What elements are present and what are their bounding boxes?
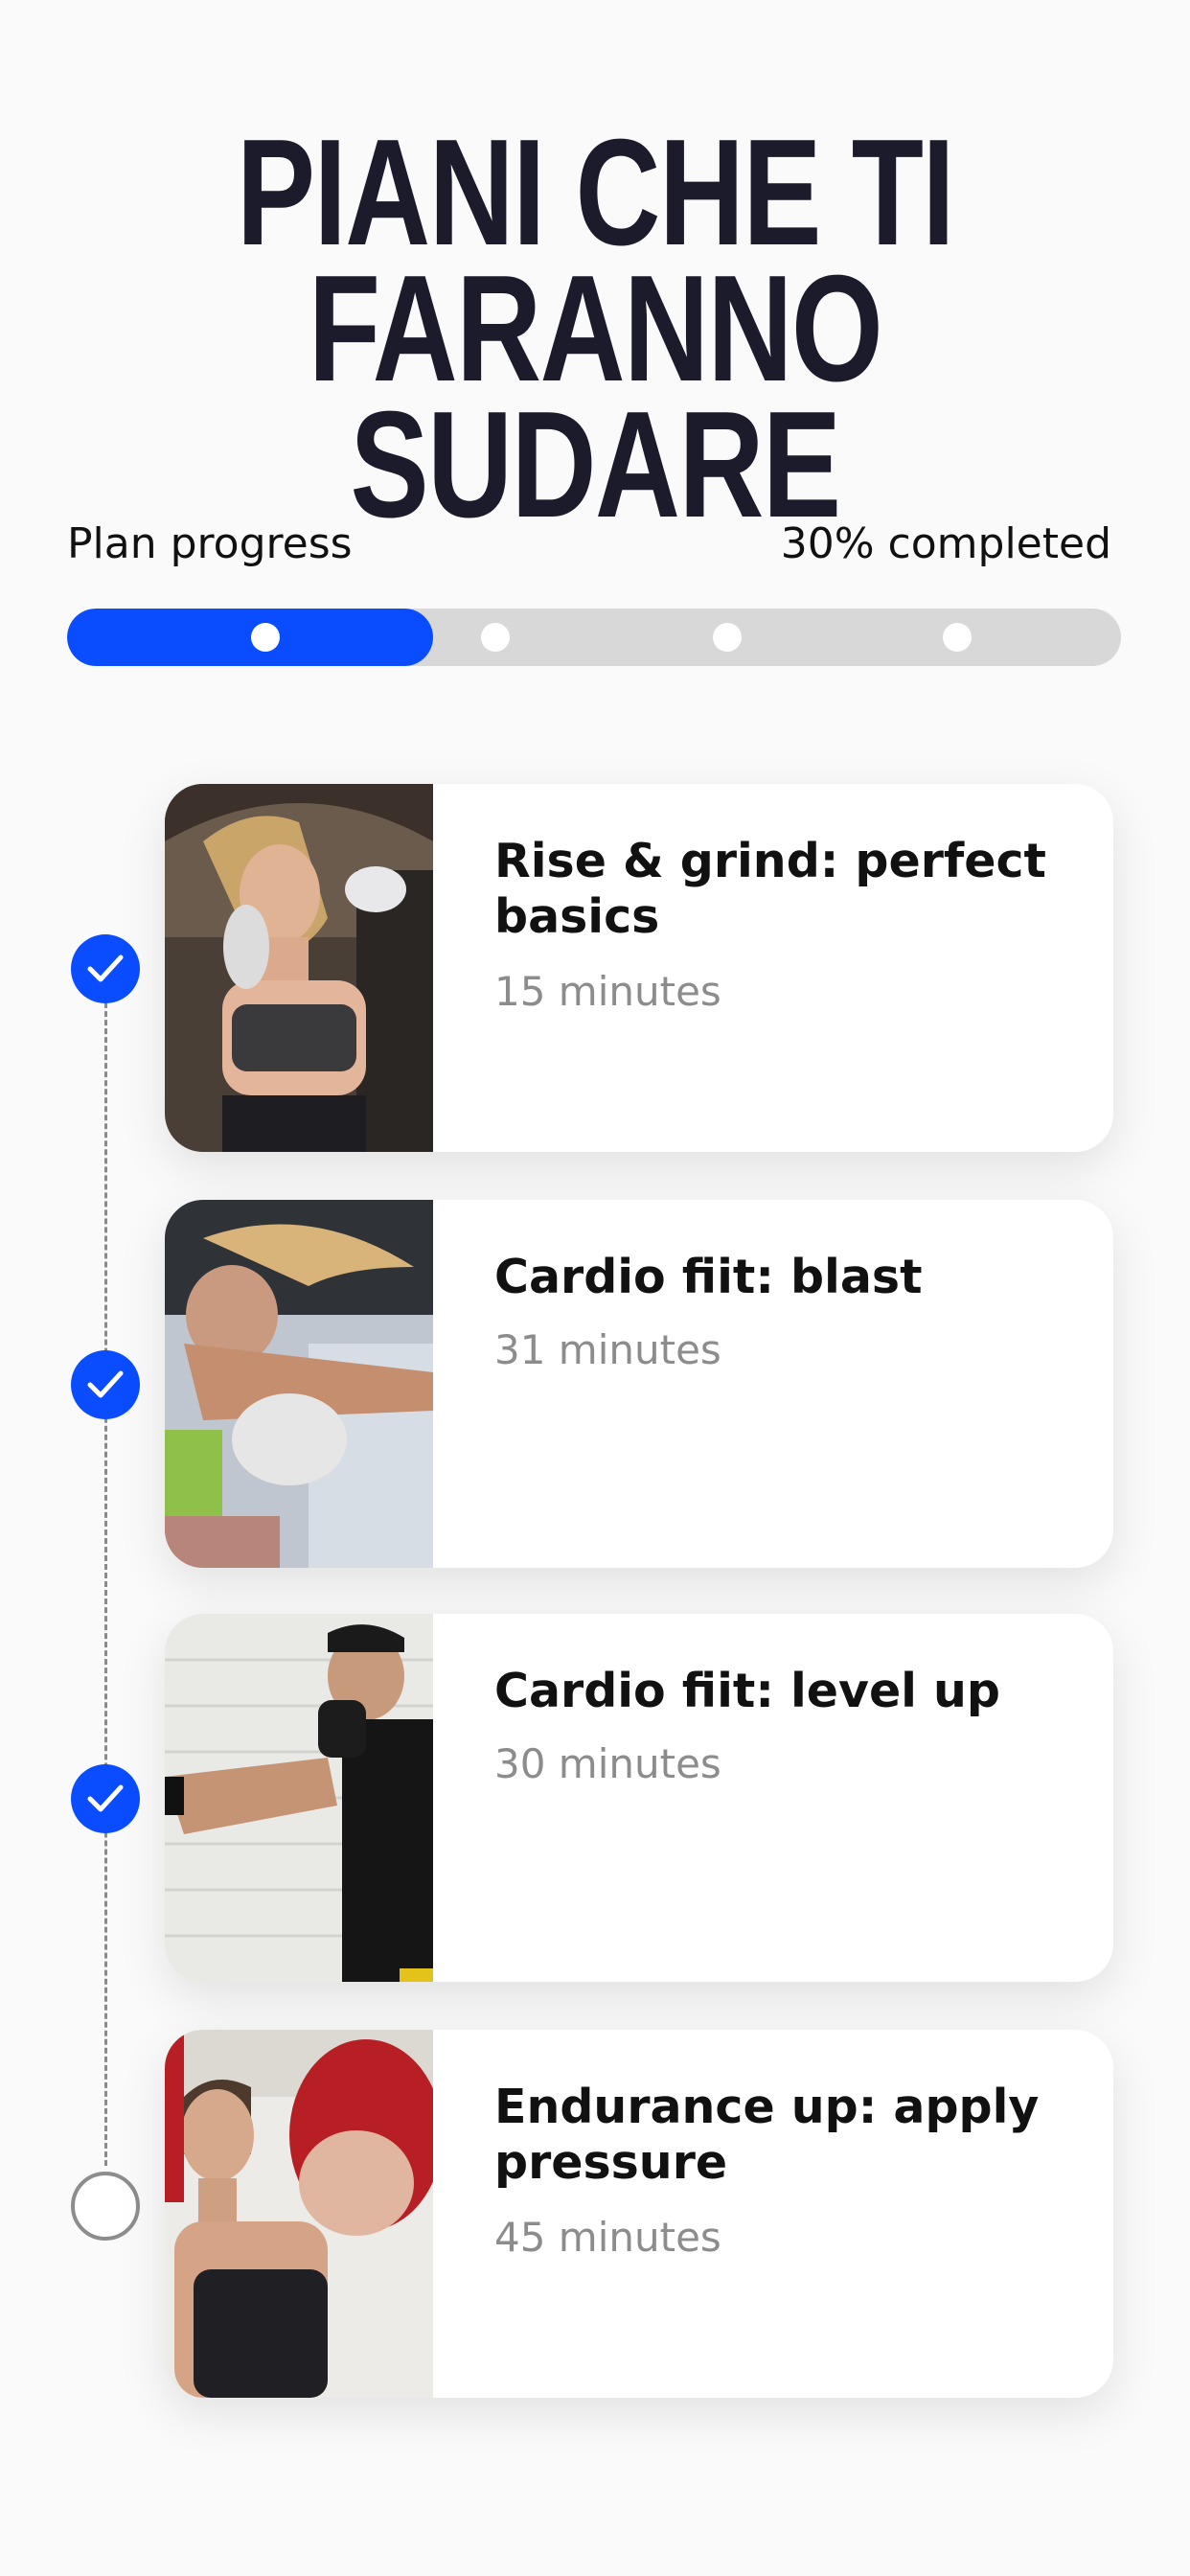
progress-step-dot (481, 623, 510, 652)
progress-step-dot (251, 623, 280, 652)
completed-check-icon (71, 934, 140, 1003)
progress-bar (67, 609, 1121, 666)
progress-percentage: 30% completed (780, 519, 1111, 568)
workout-title: Rise & grind: perfect basics (494, 834, 1046, 944)
incomplete-circle-icon (71, 2172, 140, 2241)
workout-card[interactable]: Cardio fiit: blast 31 minutes (165, 1200, 1113, 1568)
workout-card[interactable]: Cardio fiit: level up 30 minutes (165, 1614, 1113, 1982)
workout-card[interactable]: Endurance up: apply pressure 45 minutes (165, 2030, 1113, 2398)
progress-label: Plan progress (67, 519, 353, 568)
workout-duration: 30 minutes (494, 1740, 721, 1787)
page-title: PIANI CHE TI FARANNO SUDARE (131, 108, 1060, 549)
progress-step-dot (943, 623, 972, 652)
progress-step-dot (713, 623, 742, 652)
workout-duration: 31 minutes (494, 1326, 721, 1373)
workout-card[interactable]: Rise & grind: perfect basics 15 minutes (165, 784, 1113, 1152)
page-title-line-2: FARANNO SUDARE (308, 244, 883, 549)
workout-title: Cardio fiit: blast (494, 1250, 923, 1304)
woman-punching-photo (165, 1200, 433, 1568)
man-boxing-brick-wall-photo (165, 1614, 433, 1982)
completed-check-icon (71, 1764, 140, 1833)
woman-boxing-stance-photo (165, 784, 433, 1152)
workout-duration: 15 minutes (494, 968, 721, 1015)
workout-title: Endurance up: apply pressure (494, 2080, 1040, 2190)
woman-red-gloves-photo (165, 2030, 433, 2398)
completed-check-icon (71, 1350, 140, 1419)
timeline-connector (104, 968, 107, 2166)
progress-bar-fill (67, 609, 433, 666)
workout-duration: 45 minutes (494, 2214, 721, 2261)
workout-title: Cardio fiit: level up (494, 1664, 1000, 1718)
page-title-line-1: PIANI CHE TI (236, 108, 955, 277)
